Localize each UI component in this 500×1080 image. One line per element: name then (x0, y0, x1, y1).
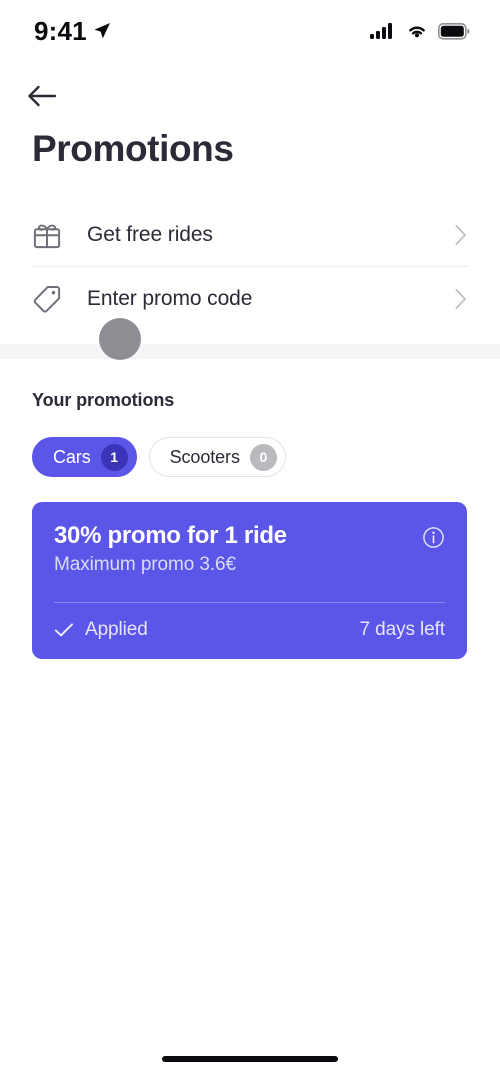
filter-chip-scooters[interactable]: Scooters 0 (148, 437, 286, 477)
tag-icon (32, 284, 72, 314)
status-bar-time: 9:41 (34, 16, 87, 46)
filter-chip-label: Cars (53, 446, 91, 467)
cellular-signal-icon (370, 23, 392, 39)
filter-chip-cars[interactable]: Cars 1 (32, 437, 137, 477)
status-bar-left: 9:41 (34, 18, 111, 44)
promo-card-divider (54, 602, 445, 604)
touch-indicator (99, 318, 141, 360)
filter-chip-count: 1 (100, 443, 128, 471)
promo-card-texts: 30% promo for 1 ride Maximum promo 3.6€ (54, 522, 422, 576)
filter-chip-count: 0 (249, 443, 277, 471)
gift-icon (32, 220, 72, 250)
status-bar: 9:41 (0, 0, 500, 62)
menu-label: Enter promo code (87, 286, 253, 310)
promo-status: Applied (54, 619, 148, 641)
page-title: Promotions (32, 128, 234, 169)
battery-full-icon (438, 22, 470, 40)
chevron-right-icon (448, 288, 468, 310)
promo-title: 30% promo for 1 ride (54, 522, 287, 549)
section-separator (0, 344, 500, 359)
status-bar-right (370, 22, 470, 40)
wifi-icon (409, 26, 425, 38)
section-title-your-promotions: Your promotions (32, 390, 175, 410)
home-indicator (162, 1056, 338, 1062)
promotions-menu: Get free rides Enter promo code (0, 203, 500, 330)
promo-card-header: 30% promo for 1 ride Maximum promo 3.6€ (54, 522, 445, 576)
location-arrow-icon (94, 23, 110, 39)
back-button[interactable] (26, 76, 70, 116)
filter-chip-label: Scooters (169, 446, 240, 467)
menu-label: Get free rides (87, 222, 213, 246)
promo-status-label: Applied (85, 619, 148, 641)
menu-row-enter-promo-code[interactable]: Enter promo code (32, 267, 468, 330)
promo-card-footer: Applied 7 days left (54, 619, 445, 641)
menu-row-get-free-rides[interactable]: Get free rides (32, 203, 468, 266)
chevron-right-icon (448, 224, 468, 246)
promo-expiry-label: 7 days left (359, 619, 445, 641)
info-circle-icon[interactable] (422, 526, 445, 554)
check-icon (54, 623, 73, 637)
promo-card[interactable]: 30% promo for 1 ride Maximum promo 3.6€ … (32, 502, 467, 660)
promo-subtitle: Maximum promo 3.6€ (54, 554, 236, 576)
promotions-screen: 9:41 Promotions Get free rides Enter pro… (0, 0, 500, 1080)
arrow-left-icon (28, 85, 57, 107)
promotion-filter-chips: Cars 1 Scooters 0 (32, 437, 286, 477)
